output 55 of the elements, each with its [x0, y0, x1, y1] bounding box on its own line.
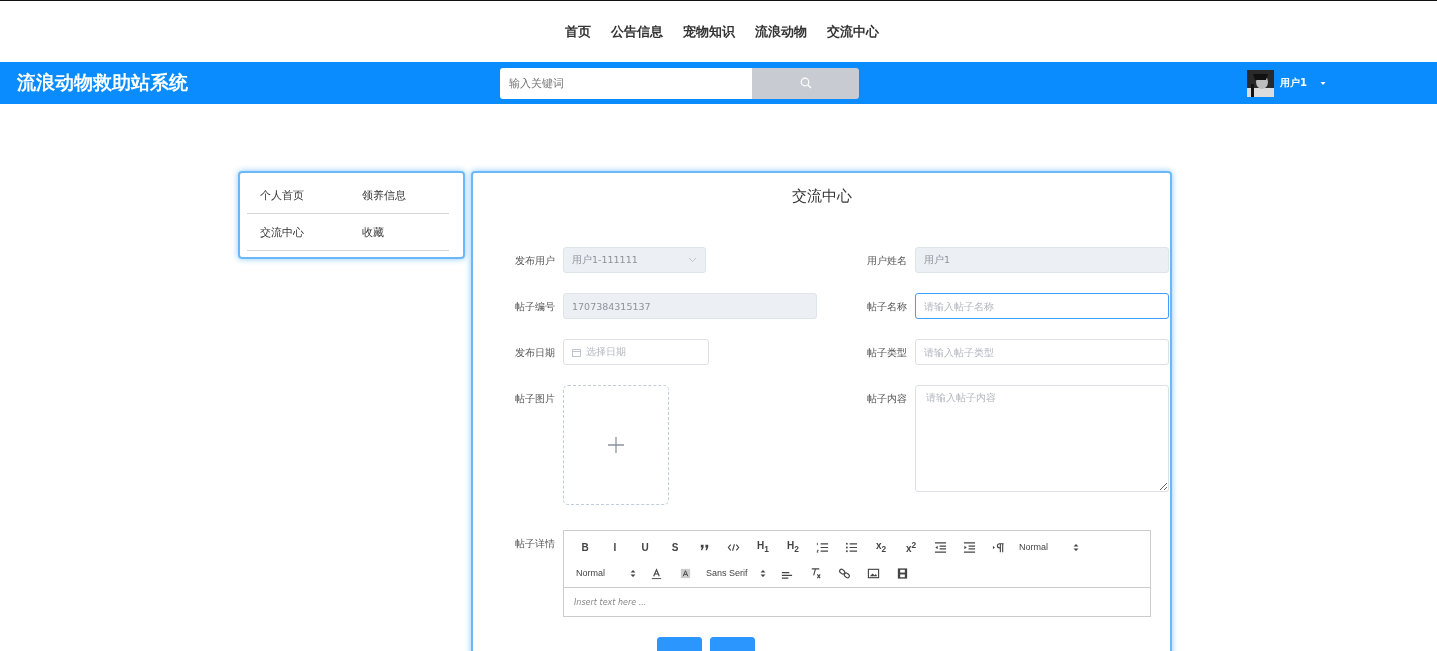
calendar-icon [572, 347, 581, 357]
caret-icon[interactable] [1318, 80, 1327, 86]
field-label: 帖子编号 [514, 300, 556, 314]
nav-link[interactable]: 交流中心 [826, 22, 879, 41]
rich-text-editor[interactable]: B I U S H$_{1}$ H$_{2}$ x$_{2}$ x$^{2}$ Normal Normal Sans Serif Insert text here ... [563, 530, 1151, 617]
numbered-list-icon[interactable] [816, 540, 829, 554]
clear-format-icon[interactable] [809, 566, 822, 580]
toolbar-button[interactable]: S [660, 537, 690, 557]
plus-icon [607, 436, 625, 454]
link-icon[interactable] [838, 566, 851, 580]
search-icon [799, 77, 812, 89]
indent-icon[interactable] [963, 540, 976, 554]
toolbar-button[interactable]: x$_{2}$ [866, 537, 896, 557]
toolbar-button[interactable]: B [570, 537, 600, 557]
sidebar-item[interactable]: 个人首页 [260, 187, 304, 203]
textarea-field[interactable]: 请输入帖子内容 [915, 385, 1169, 492]
field-label: 发布用户 [514, 254, 556, 268]
field-label: 帖子类型 [866, 346, 908, 360]
bullet-list-icon[interactable] [845, 540, 858, 554]
sort-arrows-icon [760, 568, 766, 578]
editor-placeholder: Insert text here ... [574, 597, 647, 607]
nav-link[interactable]: 首页 [564, 22, 591, 41]
form-title: 交流中心 [790, 187, 853, 207]
outdent-icon[interactable] [934, 540, 947, 554]
field-label: 帖子名称 [866, 300, 908, 314]
text-color-icon[interactable] [650, 566, 663, 580]
picker-dropdown[interactable]: Normal [570, 563, 642, 583]
field-label: 帖子图片 [514, 392, 556, 406]
sidebar-item[interactable]: 领养信息 [362, 187, 406, 203]
image-icon[interactable] [867, 566, 880, 580]
field-label: 帖子详情 [514, 537, 556, 551]
site-title: 流浪动物救助站系统 [17, 70, 189, 95]
nav-link[interactable]: 公告信息 [610, 22, 663, 41]
field-label: 发布日期 [514, 346, 556, 360]
picker-dropdown[interactable]: Sans Serif [700, 563, 772, 583]
chevron-icon [688, 257, 697, 263]
video-icon[interactable] [896, 566, 909, 580]
highlight-color-icon[interactable] [679, 566, 692, 580]
sort-arrows-icon [630, 568, 636, 578]
picker-dropdown[interactable]: Normal [1013, 537, 1085, 557]
sidebar-item[interactable]: 收藏 [362, 224, 384, 240]
sort-arrows-icon [1073, 542, 1079, 552]
field-label: 用户姓名 [866, 254, 908, 268]
toolbar-button[interactable]: x$^{2}$ [896, 537, 926, 557]
toolbar-button[interactable]: U [630, 537, 660, 557]
nav-link[interactable]: 流浪动物 [754, 22, 807, 41]
search-field[interactable]: 输入关键词 [500, 67, 752, 99]
toolbar-button[interactable]: H$_{1}$ [748, 537, 778, 557]
paragraph-direction-icon[interactable] [992, 540, 1005, 554]
toolbar-button[interactable]: I [600, 537, 630, 557]
toolbar-button[interactable]: H$_{2}$ [778, 537, 808, 557]
sidebar-item[interactable]: 交流中心 [260, 224, 304, 240]
nav-link[interactable]: 宠物知识 [682, 22, 735, 41]
input-field[interactable]: 请输入帖子名称 [915, 293, 1169, 319]
field-label: 帖子内容 [866, 392, 908, 406]
